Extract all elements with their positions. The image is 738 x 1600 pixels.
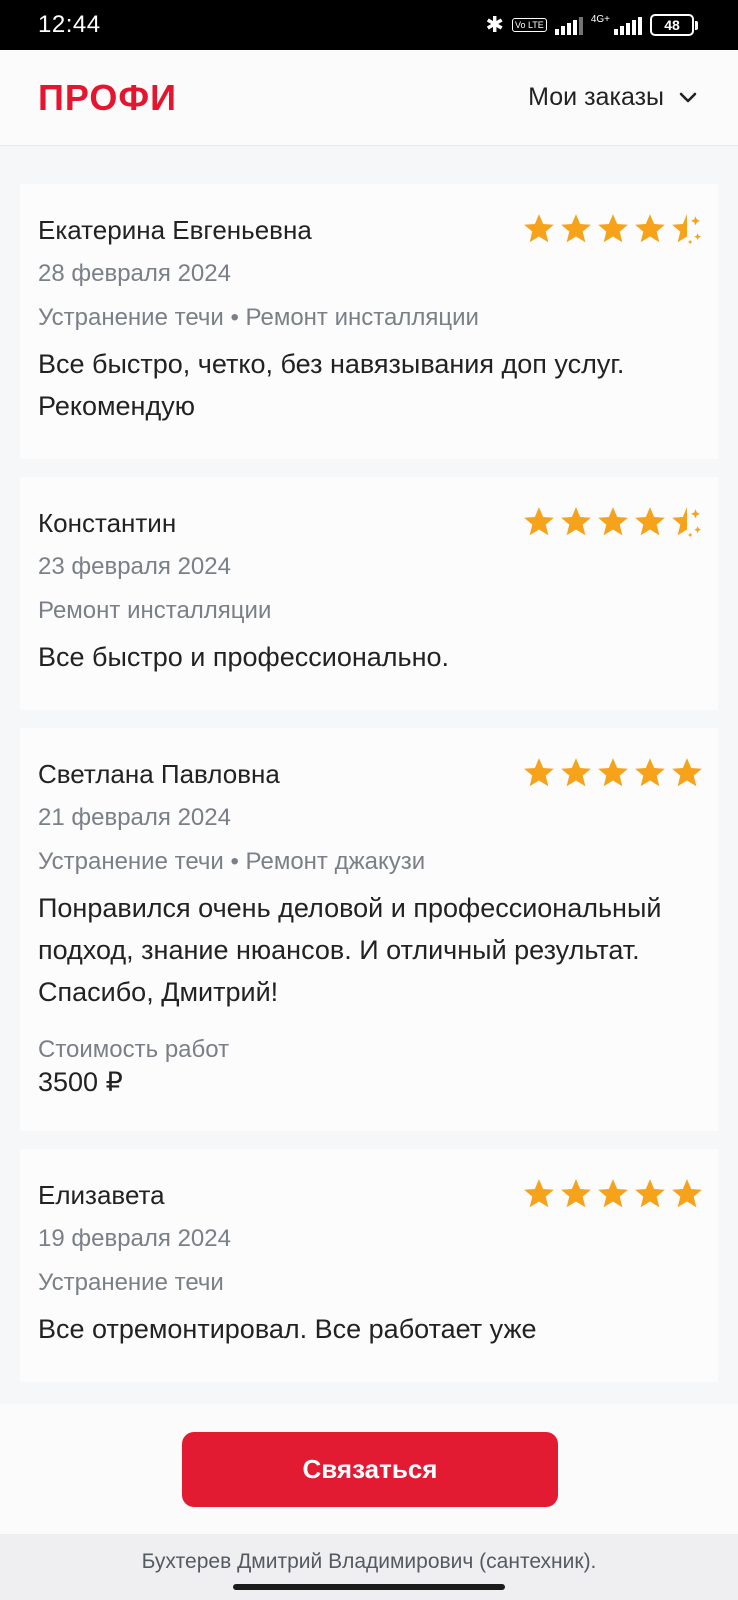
battery-level: 48 bbox=[650, 14, 694, 36]
star-full-icon bbox=[596, 212, 630, 246]
chevron-down-icon bbox=[678, 91, 698, 105]
reviews-list[interactable]: Екатерина Евгеньевна 28 февраля 2024 Уст… bbox=[20, 184, 718, 1404]
my-orders-dropdown[interactable]: Мои заказы bbox=[528, 83, 698, 112]
star-full-icon bbox=[633, 756, 667, 790]
review-date: 21 февраля 2024 bbox=[38, 804, 231, 831]
signal-4g-icon: 4G+ bbox=[590, 14, 610, 25]
rating-stars bbox=[522, 1177, 704, 1211]
cost-value: 3500 ₽ bbox=[38, 1067, 123, 1097]
review-date: 23 февраля 2024 bbox=[38, 553, 231, 580]
volte-icon: Vo LTE bbox=[511, 18, 547, 32]
rating-stars bbox=[522, 212, 704, 246]
profi-logo[interactable]: ПРОФИ bbox=[38, 77, 177, 119]
bluetooth-icon: ✱ bbox=[485, 12, 504, 37]
specialist-footer: Бухтерев Дмитрий Владимирович (сантехник… bbox=[0, 1534, 738, 1600]
star-full-icon bbox=[633, 505, 667, 539]
review-text: Все отремонтировал. Все работает уже bbox=[38, 1314, 537, 1344]
reviewer-name: Елизавета bbox=[38, 1180, 165, 1210]
review-card: Елизавета 19 февраля 2024 Устранение теч… bbox=[20, 1149, 718, 1382]
reviewer-name: Светлана Павловна bbox=[38, 759, 280, 789]
star-full-icon bbox=[633, 212, 667, 246]
review-card: Светлана Павловна 21 февраля 2024 Устран… bbox=[20, 728, 718, 1131]
star-full-icon bbox=[670, 1177, 704, 1211]
star-full-icon bbox=[596, 1177, 630, 1211]
home-indicator[interactable] bbox=[233, 1584, 505, 1590]
review-services: Устранение течи • Ремонт джакузи bbox=[38, 848, 426, 875]
star-full-icon bbox=[670, 756, 704, 790]
my-orders-label: Мои заказы bbox=[528, 83, 664, 111]
star-full-icon bbox=[522, 1177, 556, 1211]
star-full-icon bbox=[559, 1177, 593, 1211]
star-half-sparkle-icon bbox=[670, 212, 704, 246]
star-full-icon bbox=[522, 505, 556, 539]
star-full-icon bbox=[559, 212, 593, 246]
status-time: 12:44 bbox=[38, 11, 101, 38]
review-services: Ремонт инсталляции bbox=[38, 597, 272, 624]
app-header: ПРОФИ Мои заказы bbox=[0, 50, 738, 146]
review-text: Понравился очень деловой и профессиональ… bbox=[38, 893, 662, 1007]
star-full-icon bbox=[633, 1177, 667, 1211]
star-full-icon bbox=[596, 756, 630, 790]
status-icons: ✱ Vo LTE 4G+ 48 bbox=[486, 12, 698, 38]
review-services: Устранение течи bbox=[38, 1269, 224, 1296]
bottom-action-bar: Связаться bbox=[0, 1404, 738, 1534]
star-full-icon bbox=[559, 756, 593, 790]
star-full-icon bbox=[522, 756, 556, 790]
signal-icon bbox=[554, 15, 583, 35]
review-card: Константин 23 февраля 2024 Ремонт инстал… bbox=[20, 477, 718, 710]
review-date: 28 февраля 2024 bbox=[38, 260, 231, 287]
reviewer-name: Константин bbox=[38, 508, 177, 538]
review-card: Екатерина Евгеньевна 28 февраля 2024 Уст… bbox=[20, 184, 718, 459]
signal-4g-bars-icon bbox=[614, 15, 642, 35]
cost-label: Стоимость работ bbox=[38, 1036, 230, 1063]
review-text: Все быстро и профессионально. bbox=[38, 642, 450, 672]
contact-button[interactable]: Связаться bbox=[182, 1432, 558, 1507]
review-date: 19 февраля 2024 bbox=[38, 1225, 231, 1252]
star-full-icon bbox=[522, 212, 556, 246]
star-full-icon bbox=[559, 505, 593, 539]
star-full-icon bbox=[596, 505, 630, 539]
reviewer-name: Екатерина Евгеньевна bbox=[38, 215, 312, 245]
rating-stars bbox=[522, 505, 704, 539]
star-half-sparkle-icon bbox=[670, 505, 704, 539]
status-bar: 12:44 ✱ Vo LTE 4G+ 48 bbox=[0, 0, 738, 50]
review-text: Все быстро, четко, без навязывания доп у… bbox=[38, 349, 625, 421]
rating-stars bbox=[522, 756, 704, 790]
battery-icon: 48 bbox=[650, 14, 698, 36]
review-services: Устранение течи • Ремонт инсталляции bbox=[38, 304, 479, 331]
